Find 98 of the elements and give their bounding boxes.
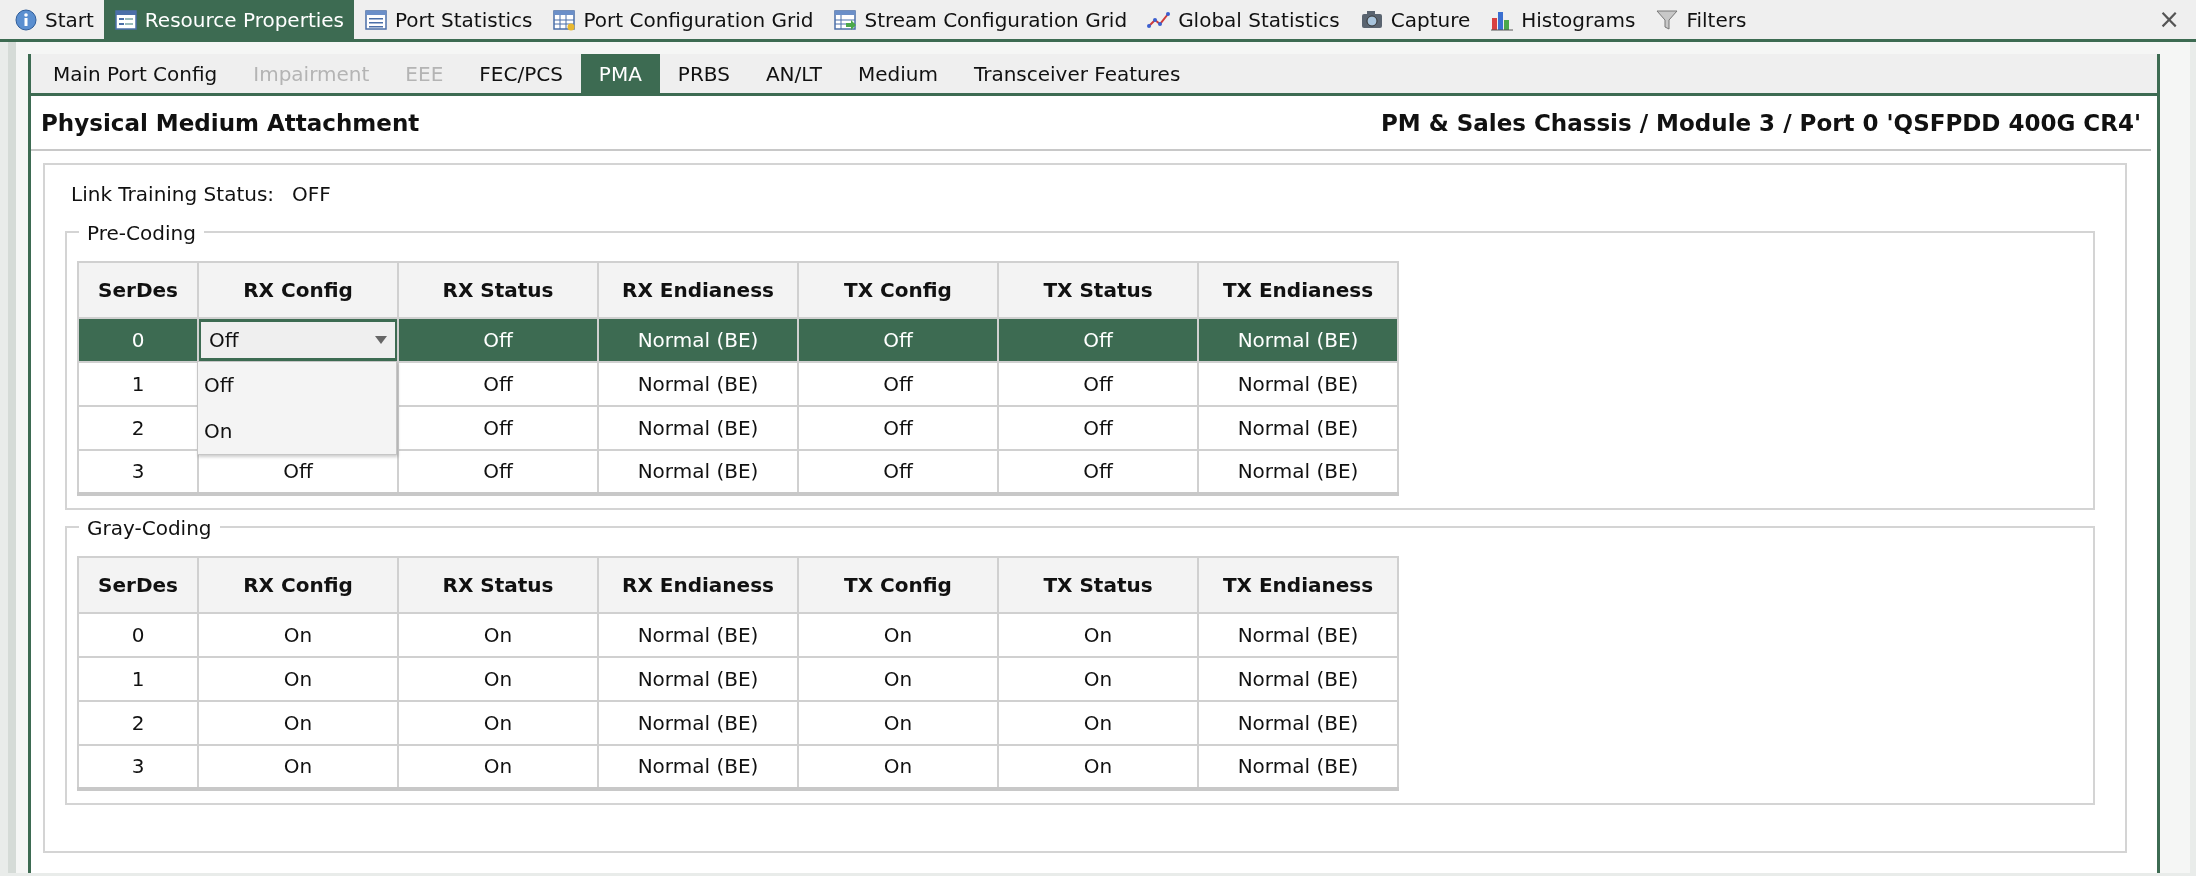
column-header: TX Status (998, 261, 1198, 318)
table-cell: On (1083, 622, 1113, 647)
table-cell: Off (883, 371, 913, 396)
column-header: RX Endianess (598, 556, 798, 613)
caret-icon (375, 335, 387, 344)
column-header: RX Config (198, 556, 398, 613)
table-cell: Off (883, 459, 913, 483)
table-cell: Off (483, 415, 513, 440)
info-icon (14, 7, 38, 32)
tab[interactable]: PMA (580, 54, 660, 93)
tab[interactable]: Main Port Config (35, 54, 236, 93)
table-cell: 3 (131, 754, 145, 778)
table-cell: 1 (131, 666, 145, 691)
table-cell: Off (283, 459, 313, 483)
column-header: SerDes (78, 556, 198, 613)
column-header: TX Config (798, 261, 998, 318)
table-cell: On (1083, 710, 1113, 735)
table-cell: On (483, 710, 513, 735)
table-cell: On (483, 666, 513, 691)
column-header: RX Endianess (598, 261, 798, 318)
table-cell: On (883, 710, 913, 735)
table-cell: Normal (BE) (637, 371, 759, 396)
column-header: TX Endianess (1198, 261, 1398, 318)
tab[interactable]: Start (4, 0, 104, 39)
table-cell: On (283, 710, 313, 735)
tab[interactable]: Global Statistics (1137, 0, 1350, 39)
table-cell: Normal (BE) (1237, 710, 1359, 735)
table-cell: On (483, 754, 513, 778)
table-cell: On (883, 754, 913, 778)
table-cell: Normal (BE) (1237, 666, 1359, 691)
tab[interactable]: Port Statistics (354, 0, 543, 39)
grid-icon (833, 7, 858, 32)
port-path: PM & Sales Chassis / Module 3 / Port 0 'QSFPDD 400G CR4' (1380, 109, 2141, 138)
column-header: TX Endianess (1198, 556, 1398, 613)
table-cell: 0 (131, 622, 145, 647)
menu-option[interactable]: On (198, 407, 396, 454)
table-cell: Normal (BE) (637, 622, 759, 647)
table-cell: 0 (131, 327, 145, 352)
table-cell: Off (883, 327, 913, 352)
tab[interactable]: FEC/PCS (461, 54, 581, 93)
table-cell: Normal (BE) (1237, 754, 1359, 778)
table-cell: Normal (BE) (1237, 327, 1359, 352)
table-cell: Normal (BE) (1237, 415, 1359, 440)
table-cell: Normal (BE) (637, 710, 759, 735)
table-cell: Off (1083, 459, 1113, 483)
form-icon (113, 7, 138, 32)
table-cell: Off (1083, 371, 1113, 396)
table-cell: 3 (131, 459, 145, 483)
table-cell: Off (483, 371, 513, 396)
table-cell: 2 (131, 710, 145, 735)
column-header: SerDes (78, 261, 198, 318)
filter-icon (1655, 7, 1680, 32)
tab[interactable]: Transceiver Features (955, 54, 1199, 93)
status-label: Link Training Status: (71, 180, 275, 208)
tab[interactable]: Stream Configuration Grid (823, 0, 1138, 39)
tab[interactable]: AN/LT (747, 54, 840, 93)
table-cell: Off (1083, 415, 1113, 440)
table-cell: Normal (BE) (637, 666, 759, 691)
column-header: RX Status (398, 556, 598, 613)
tab[interactable]: Filters (1645, 0, 1757, 39)
tab[interactable]: Histograms (1480, 0, 1646, 39)
table-cell: Normal (BE) (637, 327, 759, 352)
grid-icon (552, 7, 577, 32)
tab[interactable]: Medium (839, 54, 956, 93)
column-header: RX Config (198, 261, 398, 318)
status-value: OFF (292, 180, 331, 208)
table-cell: On (883, 666, 913, 691)
table-cell: Normal (BE) (1237, 622, 1359, 647)
table-cell: Off (483, 459, 513, 483)
table-cell: On (883, 622, 913, 647)
table-cell: Normal (BE) (637, 459, 759, 483)
column-header: TX Config (798, 556, 998, 613)
list-icon (364, 7, 388, 32)
tab[interactable]: PRBS (659, 54, 748, 93)
table-cell: Normal (BE) (637, 415, 759, 440)
table-cell: 1 (131, 371, 145, 396)
table-cell: On (1083, 666, 1113, 691)
section-title: Physical Medium Attachment (41, 109, 420, 138)
table-cell: On (283, 622, 313, 647)
dropdown[interactable]: Off (199, 319, 397, 360)
tab[interactable]: Capture (1349, 0, 1481, 39)
menu-option[interactable]: Off (198, 361, 396, 408)
table-cell: Normal (BE) (1237, 371, 1359, 396)
table-cell: Normal (BE) (637, 754, 759, 778)
table-cell: Off (483, 327, 513, 352)
table-cell: On (1083, 754, 1113, 778)
table-cell: Off (883, 415, 913, 440)
table-cell: Off (1083, 327, 1113, 352)
tab[interactable]: Resource Properties (103, 0, 354, 39)
table-cell: On (483, 622, 513, 647)
table-cell: On (283, 754, 313, 778)
table-cell: 2 (131, 415, 145, 440)
column-header: TX Status (998, 556, 1198, 613)
column-header: RX Status (398, 261, 598, 318)
tab[interactable]: Port Configuration Grid (542, 0, 824, 39)
table-cell: Normal (BE) (1237, 459, 1359, 483)
table-cell: On (283, 666, 313, 691)
close-button[interactable]: × (2142, 0, 2196, 39)
